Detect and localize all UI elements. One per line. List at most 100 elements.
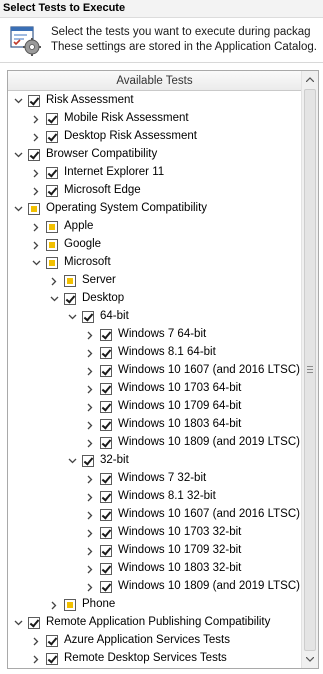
tree-row-64-bit[interactable]: 64-bit	[8, 308, 301, 326]
checkbox-win10-1709-64[interactable]	[100, 401, 112, 413]
chevron-right-icon[interactable]	[48, 598, 60, 612]
chevron-right-icon[interactable]	[84, 382, 96, 396]
tree-row-desktop[interactable]: Desktop	[8, 290, 301, 308]
chevron-right-icon[interactable]	[30, 130, 42, 144]
chevron-right-icon[interactable]	[84, 526, 96, 540]
checkbox-remote-desktop-services[interactable]	[46, 653, 58, 665]
tree-row-apple[interactable]: Apple	[8, 218, 301, 236]
checkbox-64-bit[interactable]	[82, 311, 94, 323]
checkbox-win7-64[interactable]	[100, 329, 112, 341]
tree-row-win10-1709-32[interactable]: Windows 10 1709 32-bit	[8, 542, 301, 560]
vertical-scrollbar[interactable]	[301, 71, 318, 668]
chevron-right-icon[interactable]	[30, 652, 42, 666]
scroll-up-button[interactable]	[302, 71, 318, 88]
column-header-available-tests[interactable]: Available Tests	[8, 71, 301, 91]
tree-row-google[interactable]: Google	[8, 236, 301, 254]
tree-row-remote-desktop-services[interactable]: Remote Desktop Services Tests	[8, 650, 301, 668]
tree-row-win10-1607-32[interactable]: Windows 10 1607 (and 2016 LTSC)...	[8, 506, 301, 524]
checkbox-mobile-risk-assessment[interactable]	[46, 113, 58, 125]
tree-row-microsoft-edge[interactable]: Microsoft Edge	[8, 182, 301, 200]
tree-row-os-compatibility[interactable]: Operating System Compatibility	[8, 200, 301, 218]
tree-row-browser-compatibility[interactable]: Browser Compatibility	[8, 146, 301, 164]
chevron-right-icon[interactable]	[30, 238, 42, 252]
chevron-right-icon[interactable]	[30, 634, 42, 648]
chevron-down-icon[interactable]	[12, 616, 24, 630]
checkbox-desktop[interactable]	[64, 293, 76, 305]
tree-row-win81-64[interactable]: Windows 8.1 64-bit	[8, 344, 301, 362]
chevron-right-icon[interactable]	[84, 490, 96, 504]
chevron-down-icon[interactable]	[12, 148, 24, 162]
chevron-right-icon[interactable]	[84, 562, 96, 576]
chevron-right-icon[interactable]	[84, 418, 96, 432]
checkbox-win10-1607-64[interactable]	[100, 365, 112, 377]
chevron-right-icon[interactable]	[30, 184, 42, 198]
checkbox-desktop-risk-assessment[interactable]	[46, 131, 58, 143]
tree-row-azure-app-services[interactable]: Azure Application Services Tests	[8, 632, 301, 650]
checkbox-azure-app-services[interactable]	[46, 635, 58, 647]
tree-row-win10-1809-64[interactable]: Windows 10 1809 (and 2019 LTSC)...	[8, 434, 301, 452]
chevron-right-icon[interactable]	[30, 220, 42, 234]
checkbox-microsoft[interactable]	[46, 257, 58, 269]
checkbox-win81-32[interactable]	[100, 491, 112, 503]
tree-row-desktop-risk-assessment[interactable]: Desktop Risk Assessment	[8, 128, 301, 146]
scroll-thumb[interactable]	[304, 89, 316, 651]
chevron-right-icon[interactable]	[84, 400, 96, 414]
tree-row-win7-64[interactable]: Windows 7 64-bit	[8, 326, 301, 344]
checkbox-apple[interactable]	[46, 221, 58, 233]
tree-row-phone[interactable]: Phone	[8, 596, 301, 614]
tree-row-win10-1803-64[interactable]: Windows 10 1803 64-bit	[8, 416, 301, 434]
chevron-right-icon[interactable]	[84, 580, 96, 594]
chevron-right-icon[interactable]	[30, 112, 42, 126]
checkbox-microsoft-edge[interactable]	[46, 185, 58, 197]
chevron-down-icon[interactable]	[48, 292, 60, 306]
tree-row-win10-1803-32[interactable]: Windows 10 1803 32-bit	[8, 560, 301, 578]
chevron-down-icon[interactable]	[12, 94, 24, 108]
checkbox-win10-1809-64[interactable]	[100, 437, 112, 449]
chevron-right-icon[interactable]	[84, 346, 96, 360]
tree-row-win81-32[interactable]: Windows 8.1 32-bit	[8, 488, 301, 506]
tree-row-win7-32[interactable]: Windows 7 32-bit	[8, 470, 301, 488]
chevron-right-icon[interactable]	[84, 544, 96, 558]
chevron-right-icon[interactable]	[84, 328, 96, 342]
tree-row-server[interactable]: Server	[8, 272, 301, 290]
chevron-down-icon[interactable]	[66, 454, 78, 468]
checkbox-phone[interactable]	[64, 599, 76, 611]
scroll-down-button[interactable]	[302, 651, 318, 668]
chevron-down-icon[interactable]	[30, 256, 42, 270]
tree-row-win10-1809-32[interactable]: Windows 10 1809 (and 2019 LTSC)...	[8, 578, 301, 596]
tree-row-internet-explorer-11[interactable]: Internet Explorer 11	[8, 164, 301, 182]
checkbox-risk-assessment[interactable]	[28, 95, 40, 107]
chevron-down-icon[interactable]	[66, 310, 78, 324]
tree-row-win10-1709-64[interactable]: Windows 10 1709 64-bit	[8, 398, 301, 416]
checkbox-win10-1803-64[interactable]	[100, 419, 112, 431]
checkbox-internet-explorer-11[interactable]	[46, 167, 58, 179]
tree-row-remote-app-publishing[interactable]: Remote Application Publishing Compatibil…	[8, 614, 301, 632]
tree-row-win10-1703-64[interactable]: Windows 10 1703 64-bit	[8, 380, 301, 398]
checkbox-server[interactable]	[64, 275, 76, 287]
checkbox-win10-1809-32[interactable]	[100, 581, 112, 593]
checkbox-google[interactable]	[46, 239, 58, 251]
chevron-right-icon[interactable]	[84, 508, 96, 522]
chevron-right-icon[interactable]	[30, 166, 42, 180]
tree-row-risk-assessment[interactable]: Risk Assessment	[8, 92, 301, 110]
checkbox-win10-1607-32[interactable]	[100, 509, 112, 521]
checkbox-remote-app-publishing[interactable]	[28, 617, 40, 629]
checkbox-win10-1709-32[interactable]	[100, 545, 112, 557]
checkbox-browser-compatibility[interactable]	[28, 149, 40, 161]
checkbox-win10-1703-32[interactable]	[100, 527, 112, 539]
checkbox-win81-64[interactable]	[100, 347, 112, 359]
tree-row-win10-1703-32[interactable]: Windows 10 1703 32-bit	[8, 524, 301, 542]
checkbox-win7-32[interactable]	[100, 473, 112, 485]
checkbox-win10-1703-64[interactable]	[100, 383, 112, 395]
checkbox-os-compatibility[interactable]	[28, 203, 40, 215]
chevron-right-icon[interactable]	[84, 364, 96, 378]
tree-row-win10-1607-64[interactable]: Windows 10 1607 (and 2016 LTSC)...	[8, 362, 301, 380]
checkbox-win10-1803-32[interactable]	[100, 563, 112, 575]
chevron-down-icon[interactable]	[12, 202, 24, 216]
checkbox-32-bit[interactable]	[82, 455, 94, 467]
tree-row-32-bit[interactable]: 32-bit	[8, 452, 301, 470]
chevron-right-icon[interactable]	[84, 436, 96, 450]
tree-row-mobile-risk-assessment[interactable]: Mobile Risk Assessment	[8, 110, 301, 128]
chevron-right-icon[interactable]	[84, 472, 96, 486]
tree-row-microsoft[interactable]: Microsoft	[8, 254, 301, 272]
